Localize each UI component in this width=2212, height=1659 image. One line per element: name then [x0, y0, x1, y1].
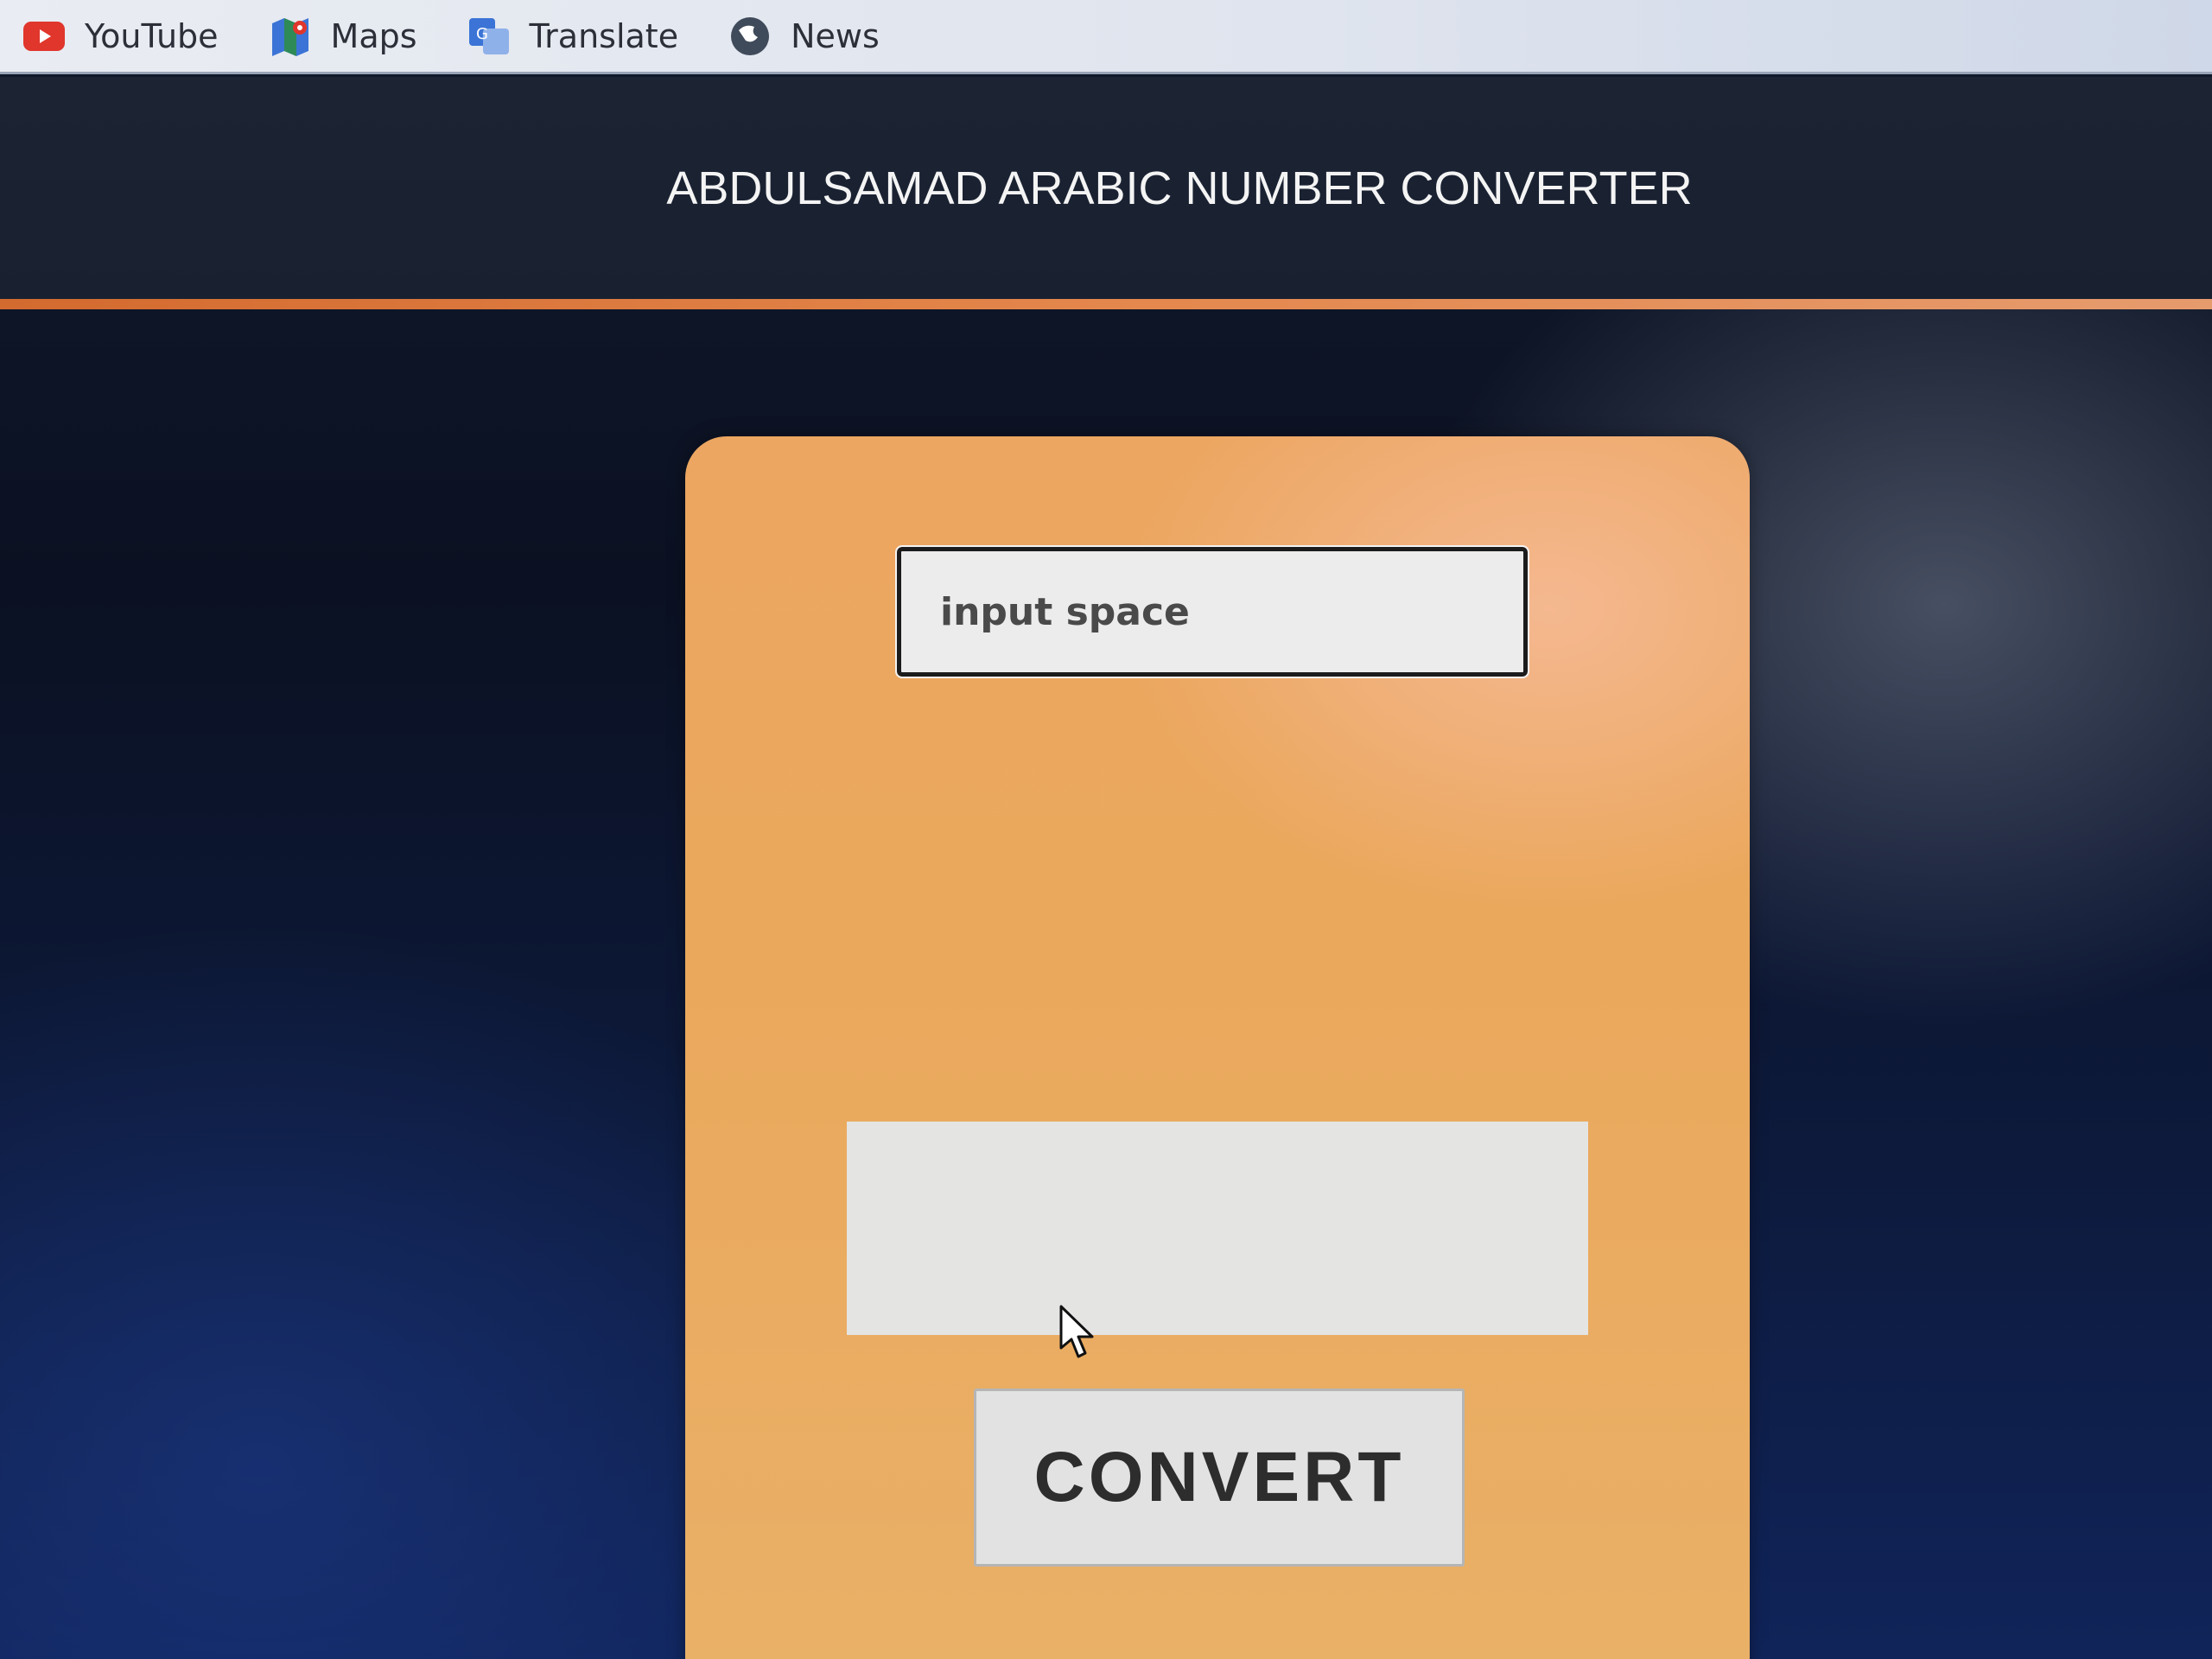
bookmark-news[interactable]: News [728, 15, 880, 58]
converter-card: CONVERT [685, 436, 1750, 1659]
bookmarks-bar: YouTube Maps G Translate News [0, 0, 2212, 74]
bookmark-label: Maps [330, 16, 417, 55]
bookmark-label: YouTube [85, 16, 219, 55]
output-box [847, 1122, 1588, 1335]
bookmark-youtube[interactable]: YouTube [22, 15, 219, 58]
bookmark-maps[interactable]: Maps [269, 15, 417, 58]
number-input[interactable] [895, 545, 1529, 678]
screen: YouTube Maps G Translate News ABDULSAMAD… [0, 0, 2212, 1659]
svg-text:G: G [476, 25, 488, 43]
bookmark-translate[interactable]: G Translate [467, 15, 679, 58]
mouse-cursor-icon [1059, 1305, 1094, 1358]
news-icon [728, 15, 772, 58]
bookmark-label: Translate [529, 16, 679, 55]
header-divider [0, 299, 2212, 309]
page-title: ABDULSAMAD ARABIC NUMBER CONVERTER [666, 162, 1693, 214]
maps-icon [269, 15, 312, 58]
translate-icon: G [467, 15, 511, 58]
page-header: ABDULSAMAD ARABIC NUMBER CONVERTER [0, 77, 2212, 300]
youtube-icon [22, 15, 66, 58]
bookmark-label: News [791, 16, 880, 55]
convert-button[interactable]: CONVERT [974, 1389, 1465, 1567]
